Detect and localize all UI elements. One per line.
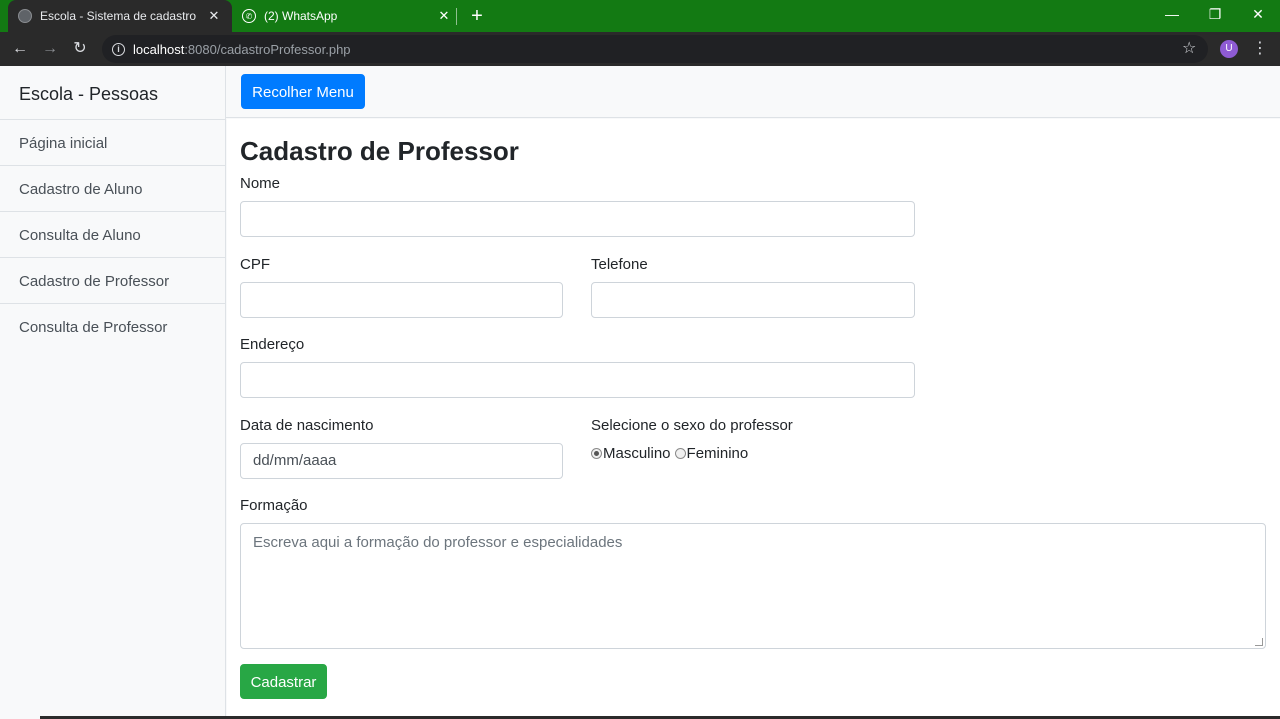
sidebar-item-consulta-aluno[interactable]: Consulta de Aluno [0,212,225,258]
sexo-radio-group: Masculino Feminino [591,445,748,462]
tab-close-icon[interactable]: ✕ [436,8,452,24]
main-content: Cadastro de Professor Nome CPF Telefone … [227,119,1280,719]
tab-divider [456,8,457,25]
tab-whatsapp[interactable]: ✆ (2) WhatsApp ✕ [236,0,458,32]
star-icon[interactable]: ☆ [1182,37,1196,61]
nome-label: Nome [240,175,281,192]
radio-feminino-label[interactable]: Feminino [687,445,749,462]
cpf-label: CPF [240,256,270,273]
whatsapp-icon: ✆ [242,9,256,23]
address-bar[interactable]: i localhost:8080/cadastroProfessor.php [102,35,1208,63]
close-window-button[interactable]: ✕ [1238,0,1278,30]
formacao-textarea[interactable]: Escreva aqui a formação do professor e e… [240,523,1266,649]
sidebar-item-pagina-inicial[interactable]: Página inicial [0,120,225,166]
minimize-button[interactable]: — [1152,0,1192,30]
toggle-menu-button[interactable]: Recolher Menu [241,74,365,109]
top-navbar: Recolher Menu [226,66,1280,118]
telefone-input[interactable] [591,282,915,318]
nome-input[interactable] [240,201,915,237]
sidebar: Escola - Pessoas Página inicial Cadastro… [0,66,226,719]
radio-masculino[interactable] [591,448,602,459]
new-tab-button[interactable]: + [466,4,488,28]
globe-icon [18,9,32,23]
nascimento-date-input[interactable]: dd/mm/aaaa [240,443,563,479]
reload-icon[interactable]: ↻ [68,37,92,61]
sidebar-heading: Escola - Pessoas [0,66,225,120]
endereco-label: Endereço [240,336,305,353]
radio-masculino-label[interactable]: Masculino [603,445,671,462]
restore-button[interactable]: ❐ [1195,0,1235,30]
profile-avatar[interactable]: U [1220,40,1238,58]
url-path: :8080/cadastroProfessor.php [184,41,351,57]
sidebar-item-consulta-professor[interactable]: Consulta de Professor [0,304,225,350]
tab-close-icon[interactable]: ✕ [206,8,222,24]
cadastrar-button[interactable]: Cadastrar [240,664,327,699]
page-title: Cadastro de Professor [240,136,519,166]
formacao-placeholder: Escreva aqui a formação do professor e e… [253,534,623,551]
formacao-label: Formação [240,497,308,514]
endereco-input[interactable] [240,362,915,398]
nascimento-label: Data de nascimento [240,417,374,434]
browser-toolbar: ← → ↻ i localhost:8080/cadastroProfessor… [0,32,1280,66]
cpf-input[interactable] [240,282,563,318]
browser-tab-bar: Escola - Sistema de cadastro ✕ ✆ (2) Wha… [0,0,1280,32]
tab-title: Escola - Sistema de cadastro [40,9,197,23]
resize-grip-icon[interactable] [1255,638,1263,646]
menu-dots-icon[interactable]: ⋮ [1252,37,1268,61]
back-arrow-icon[interactable]: ← [8,37,32,61]
radio-feminino[interactable] [674,448,686,459]
sidebar-item-cadastro-professor[interactable]: Cadastro de Professor [0,258,225,304]
telefone-label: Telefone [591,256,648,273]
sidebar-item-cadastro-aluno[interactable]: Cadastro de Aluno [0,166,225,212]
sexo-label: Selecione o sexo do professor [591,417,793,434]
tab-title: (2) WhatsApp [264,9,338,23]
tab-escola[interactable]: Escola - Sistema de cadastro ✕ [8,0,232,32]
url-host: localhost [133,41,185,57]
forward-arrow-icon[interactable]: → [38,37,62,61]
info-icon[interactable]: i [112,42,125,56]
